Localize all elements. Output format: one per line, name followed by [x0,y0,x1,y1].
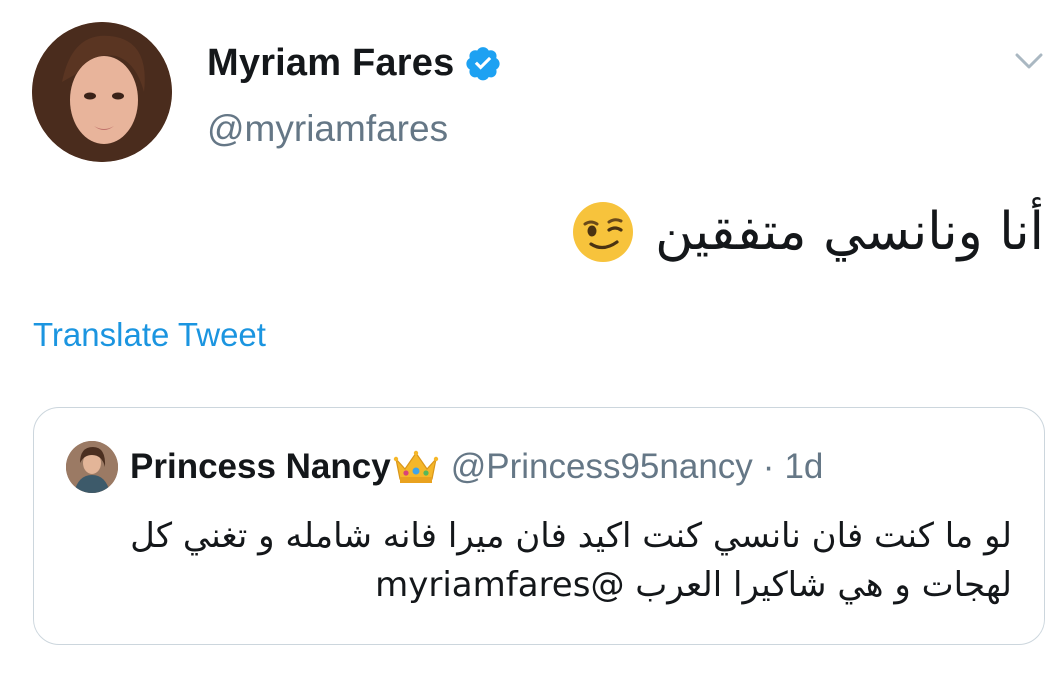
quoted-author-handle: @Princess95nancy [450,447,753,486]
quoted-tweet[interactable]: Princess Nancy @Princess95nancy · 1d لو … [33,407,1045,645]
winking-face-emoji [573,202,634,262]
quoted-text-line-2-body: لهجات و هي شاكيرا العرب [635,565,1012,605]
profile-photo-icon [32,22,172,162]
quoted-timestamp: 1d [784,447,824,486]
quoted-profile-photo-icon [66,441,118,493]
author-handle[interactable]: @myriamfares [207,108,448,150]
quoted-separator: · [762,447,775,486]
author-name[interactable]: Myriam Fares [207,42,454,85]
quoted-text-line-2: لهجات و هي شاكيرا العرب @myriamfares [72,561,1012,610]
crown-emoji [393,450,438,483]
quoted-author-avatar [66,441,118,493]
tweet-text-content: أنا ونانسي متفقين [655,202,1044,262]
author-name-row[interactable]: Myriam Fares [207,40,502,86]
chevron-down-icon[interactable] [1014,50,1044,72]
tweet-text: أنا ونانسي متفقين [571,200,1044,264]
quoted-text-line-1: لو ما كنت فان نانسي كنت اكيد فان ميرا فا… [130,516,1012,556]
quoted-header: Princess Nancy @Princess95nancy · 1d [130,444,823,490]
quoted-mention-link[interactable]: @myriamfares [375,565,624,605]
verified-badge-icon [466,47,501,81]
quoted-tweet-text: لو ما كنت فان نانسي كنت اكيد فان ميرا فا… [72,512,1012,610]
quoted-author-name: Princess Nancy [130,447,391,486]
author-avatar[interactable] [32,22,172,162]
translate-tweet-link[interactable]: Translate Tweet [33,316,266,354]
